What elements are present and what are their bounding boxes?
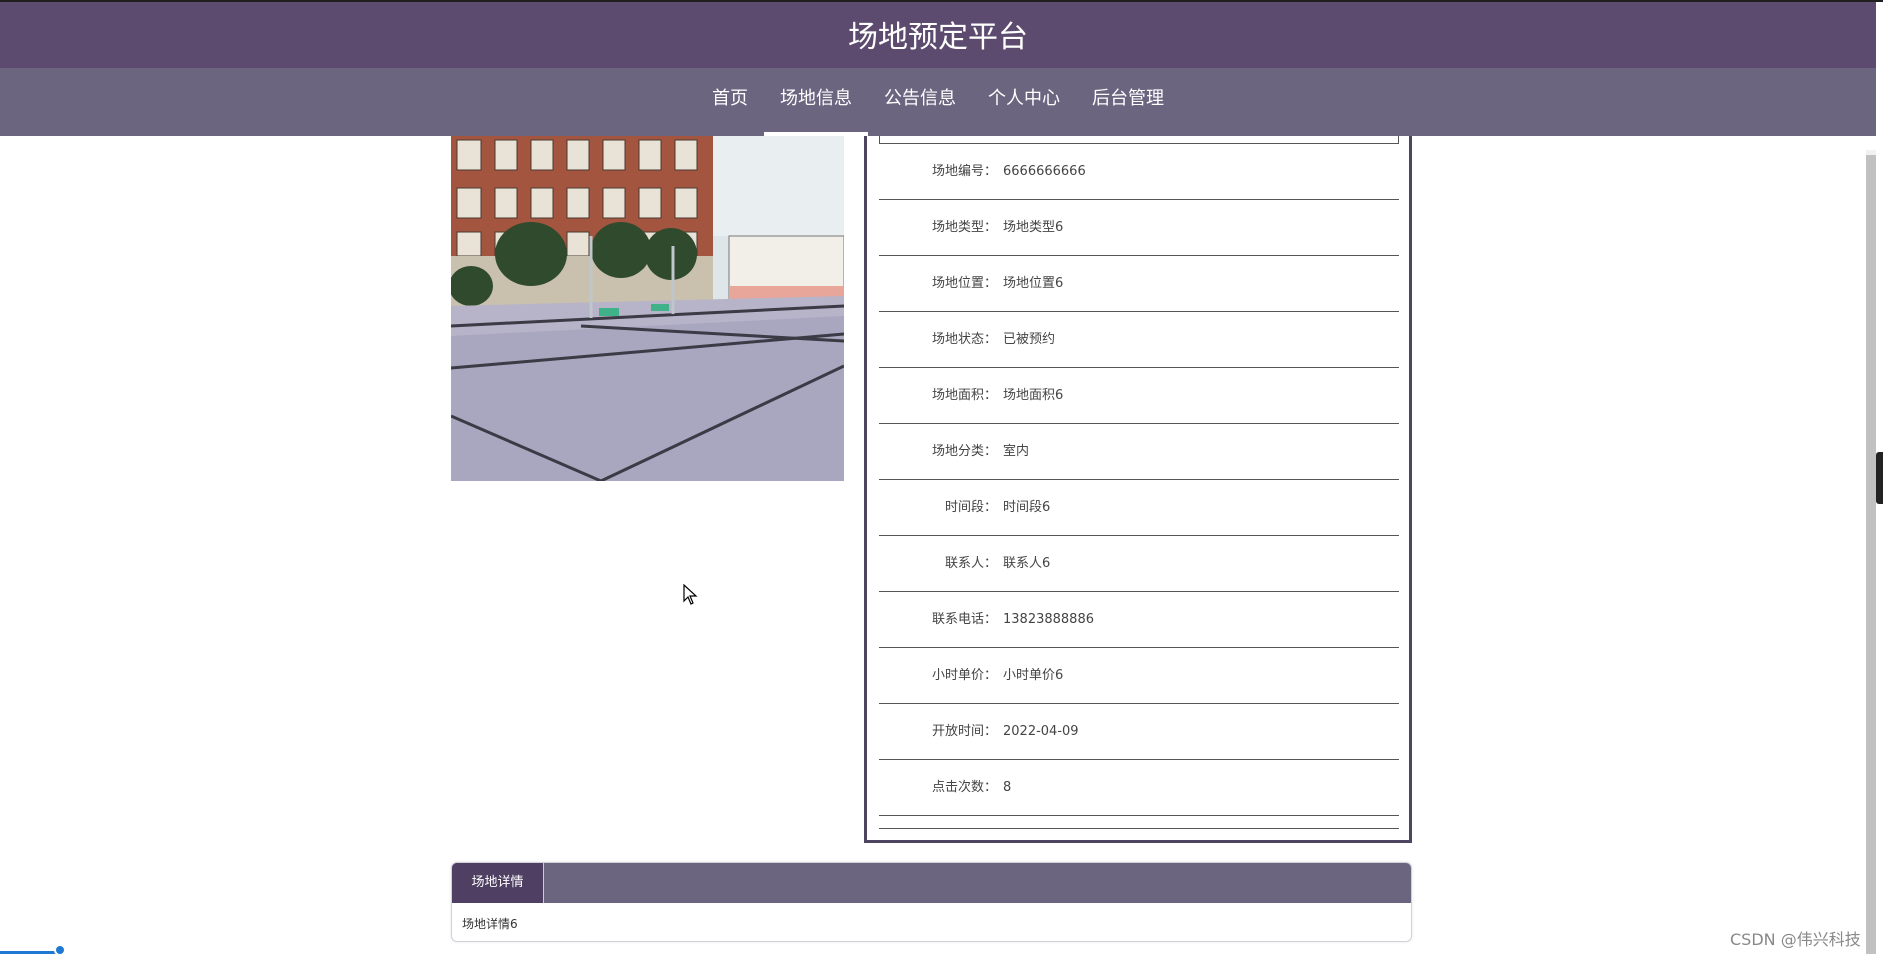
field-label: 联系人： [944,556,997,571]
site-title: 场地预定平台 [848,20,1028,55]
field-value: 13823888886 [1003,612,1094,627]
field-row-time-slot: 时间段： 时间段6 [879,480,1399,536]
field-value: 场地类型6 [1003,220,1064,235]
field-row-venue-type: 场地类型： 场地类型6 [879,200,1399,256]
venue-details-content: 场地详情6 [462,917,518,931]
field-label: 场地编号： [931,164,997,179]
field-label: 场地位置： [931,276,997,291]
scrollbar-thumb[interactable] [1866,155,1876,954]
field-label: 场地面积： [931,388,997,403]
field-value: 6666666666 [1003,164,1086,179]
video-progress-knob[interactable] [54,944,66,954]
field-row-contact-phone: 联系电话： 13823888886 [879,592,1399,648]
field-value: 8 [1003,780,1012,795]
field-value: 2022-04-09 [1003,724,1079,739]
field-label: 开放时间： [931,724,997,739]
nav-item-admin[interactable]: 后台管理 [1076,68,1180,136]
field-value: 已被预约 [1003,332,1056,347]
field-label: 联系电话： [931,612,997,627]
field-row-contact-person: 联系人： 联系人6 [879,536,1399,592]
main-nav: 首页 场地信息 公告信息 个人中心 后台管理 [0,68,1876,136]
venue-photo [451,136,844,481]
field-label: 场地状态： [931,332,997,347]
field-row-open-date: 开放时间： 2022-04-09 [879,704,1399,760]
field-row-venue-location: 场地位置： 场地位置6 [879,256,1399,312]
watermark: CSDN @伟兴科技 [1730,930,1861,949]
field-row-venue-area: 场地面积： 场地面积6 [879,368,1399,424]
field-row-venue-category: 场地分类： 室内 [879,424,1399,480]
nav-item-venue-info[interactable]: 场地信息 [764,68,868,136]
field-row-venue-number: 场地编号： 6666666666 [879,144,1399,200]
panel-divider [879,828,1399,829]
field-value: 室内 [1003,444,1030,459]
field-label: 小时单价： [931,668,997,683]
field-row-click-count: 点击次数： 8 [879,760,1399,816]
field-value: 场地面积6 [1003,388,1064,403]
nav-item-announcements[interactable]: 公告信息 [868,68,972,136]
field-value: 时间段6 [1003,500,1051,515]
field-label: 时间段： [944,500,997,515]
venue-details-section: 场地详情 场地详情6 [451,862,1412,942]
mouse-cursor-icon [683,583,699,606]
field-row-hourly-price: 小时单价： 小时单价6 [879,648,1399,704]
field-label: 场地分类： [931,444,997,459]
field-value: 小时单价6 [1003,668,1064,683]
venue-photo-illustration [451,136,844,481]
field-value: 联系人6 [1003,556,1051,571]
site-header: 场地预定平台 [0,2,1876,68]
nav-item-home[interactable]: 首页 [696,68,764,136]
details-tab-strip: 场地详情 [452,863,1411,903]
side-handle[interactable] [1876,452,1883,504]
tab-venue-details[interactable]: 场地详情 [452,863,544,903]
field-label: 场地类型： [931,220,997,235]
field-row-venue-status: 场地状态： 已被预约 [879,312,1399,368]
nav-list: 首页 场地信息 公告信息 个人中心 后台管理 [0,68,1876,136]
venue-info-panel: 场地编号： 6666666666 场地类型： 场地类型6 场地位置： 场地位置6… [864,136,1412,843]
field-value: 场地位置6 [1003,276,1064,291]
nav-item-personal-center[interactable]: 个人中心 [972,68,1076,136]
field-label: 点击次数： [931,780,997,795]
